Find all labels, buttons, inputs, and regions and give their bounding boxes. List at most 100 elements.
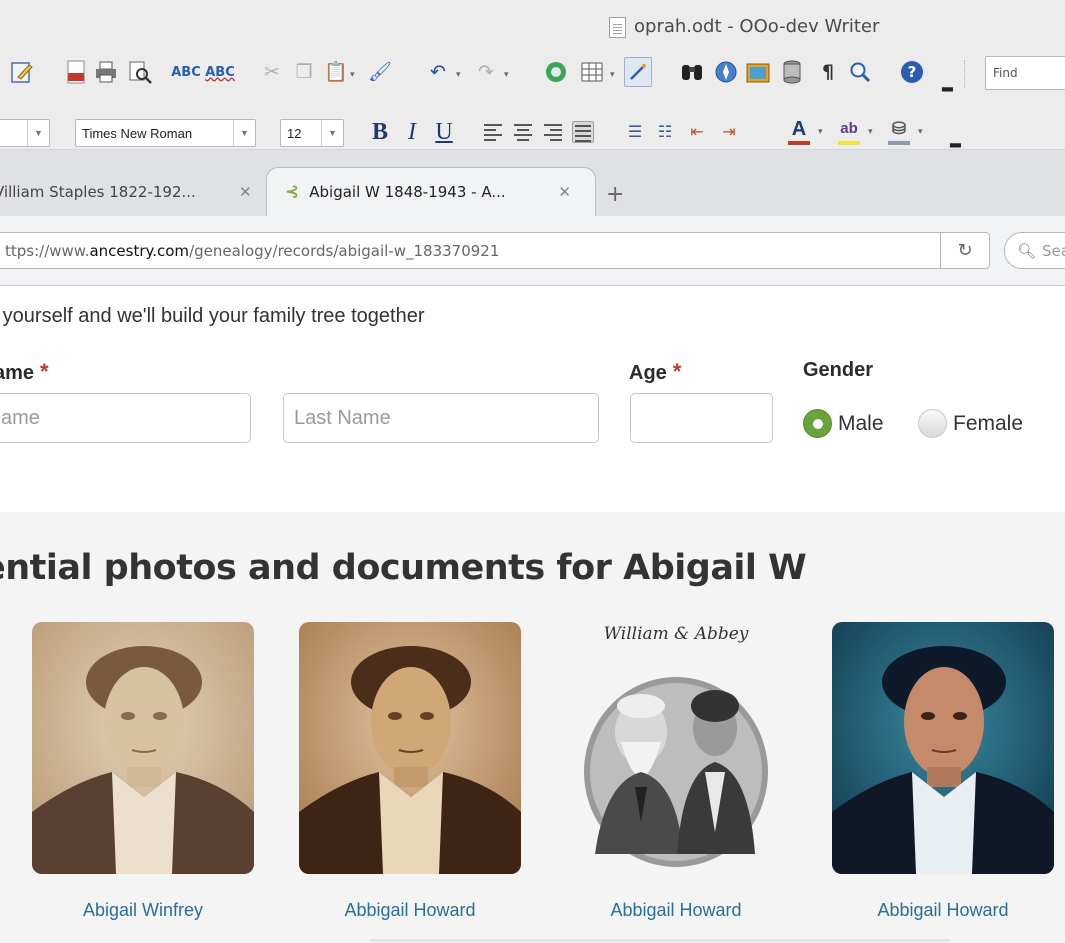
photo-name-link[interactable]: Abbigail Howard: [299, 900, 521, 921]
horizontal-scrollbar[interactable]: [370, 939, 950, 942]
gender-label: Gender: [803, 359, 874, 381]
search-box[interactable]: 🔍︎ Sea: [1004, 232, 1065, 269]
intro-text: ith yourself and we'll build your family…: [0, 305, 425, 327]
writer-standard-toolbar: ABC ABC ✂ ❐ 📋 ▾ 🖌 ↶ ▾ ↷ ▾ ▾ ¶ ? ▂: [0, 48, 1065, 102]
navigator-globe-icon[interactable]: [542, 57, 570, 87]
formatting-marks-icon[interactable]: ¶: [814, 57, 842, 87]
insert-table-dropdown-icon[interactable]: ▾: [610, 70, 615, 80]
decrease-indent-icon[interactable]: ⇤: [684, 118, 710, 144]
first-name-input[interactable]: [0, 394, 250, 442]
close-icon[interactable]: ✕: [239, 183, 252, 201]
photo-name-link[interactable]: Abbigail Howard: [832, 900, 1054, 921]
required-mark: *: [40, 359, 49, 384]
tab-william-staples[interactable]: Villiam Staples 1822-192... ✕: [0, 167, 265, 216]
font-name-value: Times New Roman: [82, 125, 193, 141]
writer-formatting-toolbar: ▼ Times New Roman ▼ 12 ▼ B I U ☰ ☷ ⇤ ⇥ A…: [0, 102, 1065, 150]
photo-name-link[interactable]: Abigail Winfrey: [32, 900, 254, 921]
chevron-down-icon[interactable]: ▼: [233, 120, 255, 146]
photos-section: ential photos and documents for Abigail …: [0, 512, 1065, 943]
undo-icon[interactable]: ↶: [424, 57, 452, 87]
highlighting-dropdown-icon[interactable]: ▾: [868, 127, 873, 137]
justify-button[interactable]: [572, 121, 594, 143]
photos-heading: ential photos and documents for Abigail …: [0, 548, 807, 588]
close-icon[interactable]: ✕: [558, 183, 571, 201]
navigator-compass-icon[interactable]: [712, 57, 740, 87]
toolbar-overflow-icon[interactable]: ▂: [942, 76, 953, 92]
spellcheck-icon[interactable]: ABC: [171, 57, 201, 87]
zoom-icon[interactable]: [846, 57, 874, 87]
gender-radio-female[interactable]: Female: [918, 409, 1023, 438]
draw-functions-icon[interactable]: [624, 57, 652, 87]
url-path: /genealogy/records/abigail-w_183370921: [189, 241, 500, 260]
align-right-button[interactable]: [542, 121, 564, 143]
redo-icon[interactable]: ↷: [472, 57, 500, 87]
clone-formatting-icon[interactable]: 🖌: [366, 57, 394, 87]
font-name-combo[interactable]: Times New Roman ▼: [75, 119, 256, 147]
background-color-icon[interactable]: ⛁: [886, 117, 912, 147]
bold-button[interactable]: B: [368, 117, 392, 147]
find-replace-binoculars-icon[interactable]: [678, 57, 706, 87]
redo-dropdown-icon[interactable]: ▾: [504, 70, 509, 80]
svg-text:?: ?: [908, 63, 917, 81]
font-color-icon[interactable]: A: [786, 117, 812, 147]
chevron-down-icon[interactable]: ▼: [321, 120, 343, 146]
photo-card[interactable]: William & Abbey Abbigail Howard: [565, 622, 787, 921]
photo-name-link[interactable]: Abbigail Howard: [565, 900, 787, 921]
toolbar-overflow-icon[interactable]: ▂: [950, 132, 961, 148]
age-input[interactable]: [631, 394, 772, 442]
font-color-dropdown-icon[interactable]: ▾: [818, 127, 823, 137]
background-color-dropdown-icon[interactable]: ▾: [918, 127, 923, 137]
new-tab-button[interactable]: +: [606, 182, 624, 207]
numbering-list-icon[interactable]: ☰: [622, 118, 648, 144]
portrait-photo[interactable]: [32, 622, 254, 874]
find-box[interactable]: [985, 56, 1065, 90]
first-name-field[interactable]: [0, 393, 251, 443]
gender-option-label: Male: [838, 411, 884, 435]
chevron-down-icon[interactable]: ▼: [27, 120, 49, 146]
name-label-text: ame: [0, 362, 35, 384]
underline-button[interactable]: U: [432, 117, 456, 147]
photo-card[interactable]: Abbigail Howard: [832, 622, 1054, 921]
gallery-icon[interactable]: [744, 57, 772, 87]
gender-radio-male[interactable]: Male: [803, 409, 884, 438]
last-name-field[interactable]: [283, 393, 599, 443]
find-input[interactable]: [986, 57, 1065, 89]
insert-table-icon[interactable]: [578, 57, 606, 87]
portrait-photo[interactable]: [832, 622, 1054, 874]
photo-card[interactable]: Abigail Winfrey: [32, 622, 254, 921]
highlight-swatch: [838, 141, 860, 145]
export-pdf-icon[interactable]: [62, 57, 90, 87]
undo-dropdown-icon[interactable]: ▾: [456, 70, 461, 80]
age-field[interactable]: [630, 393, 773, 443]
paste-icon[interactable]: 📋: [322, 57, 350, 87]
last-name-input[interactable]: [284, 394, 598, 442]
increase-indent-icon[interactable]: ⇥: [716, 118, 742, 144]
autospellcheck-icon[interactable]: ABC: [205, 57, 235, 87]
bullet-list-icon[interactable]: ☷: [652, 118, 678, 144]
navigation-bar: ttps://www. ancestry.com/genealogy/record…: [0, 216, 1065, 286]
paragraph-style-combo[interactable]: ▼: [0, 119, 50, 147]
photo-card[interactable]: Abbigail Howard: [299, 622, 521, 921]
radio-unselected-icon[interactable]: [918, 409, 947, 438]
font-size-combo[interactable]: 12 ▼: [280, 119, 344, 147]
portrait-photo[interactable]: [299, 622, 521, 874]
help-icon[interactable]: ?: [898, 57, 926, 87]
print-preview-icon[interactable]: [126, 57, 154, 87]
reload-button[interactable]: ↻: [940, 232, 990, 269]
radio-selected-icon[interactable]: [803, 409, 832, 438]
tab-abigail-w[interactable]: ⊰ Abigail W 1848-1943 - A... ✕: [266, 167, 596, 216]
couple-photo[interactable]: William & Abbey: [565, 622, 787, 874]
cut-icon[interactable]: ✂: [258, 57, 286, 87]
align-center-button[interactable]: [512, 121, 534, 143]
print-icon[interactable]: [92, 57, 120, 87]
data-sources-icon[interactable]: [778, 57, 806, 87]
name-label: ame*: [0, 359, 49, 385]
highlighting-icon[interactable]: ab: [836, 117, 862, 147]
italic-button[interactable]: I: [400, 117, 424, 147]
document-icon: [609, 17, 626, 38]
paste-dropdown-icon[interactable]: ▾: [350, 70, 355, 80]
url-field[interactable]: ttps://www. ancestry.com/genealogy/record…: [0, 232, 946, 269]
align-left-button[interactable]: [482, 121, 504, 143]
copy-icon[interactable]: ❐: [290, 57, 318, 87]
edit-mode-icon[interactable]: [8, 57, 36, 87]
